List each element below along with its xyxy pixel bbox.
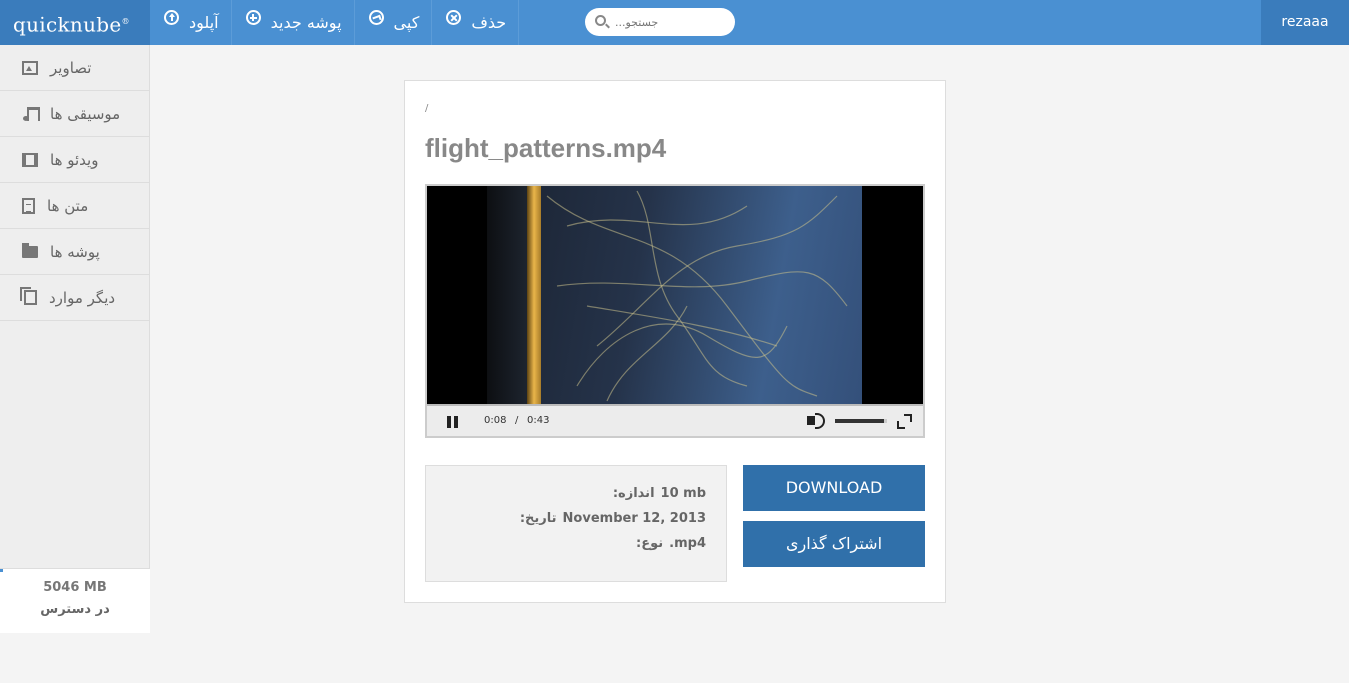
trail-2 [556,271,848,307]
volume-slider[interactable] [835,419,887,423]
download-button[interactable]: DOWNLOAD [743,465,925,511]
type-label: نوع: [636,536,664,551]
storage-label: در دسترس [40,602,110,617]
trail-1 [546,195,818,397]
video-screen[interactable] [427,186,923,404]
search-box [585,8,735,36]
logo-mark: ® [121,17,130,26]
upload-button[interactable]: آپلود [150,0,232,45]
size-label: اندازه: [612,486,655,501]
document-icon [22,197,35,214]
trail-5 [596,195,838,347]
volume-level [835,419,885,423]
sidebar-item-label: موسیقی ها [50,104,121,123]
time-separator: / [515,415,519,426]
pause-icon[interactable] [447,416,458,428]
copy-icon [368,10,384,25]
trail-4 [566,205,748,227]
music-icon [22,106,40,121]
file-details: اندازه: 10 mb تاریخ: November 12, 2013 ن… [425,465,727,582]
copy-button[interactable]: کپی [355,0,433,45]
top-bar: quicknube® آپلود پوشه جدید کپی حذف rezaa… [0,0,1349,45]
volume-icon[interactable] [807,413,825,429]
sidebar-item-label: دیگر موارد [49,288,116,307]
sidebar-item-label: پوشه ها [50,242,100,261]
video-controls: 0:08 / 0:43 [427,404,923,436]
date-value: November 12, 2013 [562,511,706,526]
delete-button[interactable]: حذف [432,0,520,45]
sidebar-item-videos[interactable]: ویدئو ها [0,137,149,183]
sidebar-item-folders[interactable]: پوشه ها [0,229,149,275]
trail-3 [576,323,788,387]
search-icon[interactable] [595,15,606,26]
sidebar-item-music[interactable]: موسیقی ها [0,91,149,137]
size-value: 10 mb [660,486,706,501]
delete-label: حذف [471,13,507,32]
duration: 0:43 [527,415,550,426]
toolbar: آپلود پوشه جدید کپی حذف [150,0,520,45]
sidebar: تصاویر موسیقی ها ویدئو ها متن ها پوشه ها… [0,45,150,633]
date-label: تاریخ: [519,511,557,526]
current-time: 0:08 [484,415,507,426]
search-input[interactable] [615,12,725,32]
sidebar-item-label: تصاویر [50,58,92,77]
logo-text: quicknube [13,12,122,37]
image-icon [22,60,38,75]
sidebar-item-label: ویدئو ها [50,150,99,169]
video-frame [487,186,862,404]
file-card: / flight_patterns.mp4 0:08 / 0:43 اندازه… [404,80,946,603]
sidebar-item-documents[interactable]: متن ها [0,183,149,229]
plus-circle-icon [245,10,261,25]
sidebar-item-label: متن ها [47,196,89,215]
breadcrumb[interactable]: / [425,103,428,114]
type-value: .mp4 [669,536,706,551]
storage-panel: 5046 MB در دسترس [0,568,150,633]
share-button[interactable]: اشتراک گذاری [743,521,925,567]
app-logo[interactable]: quicknube® [0,0,150,45]
sidebar-item-other[interactable]: دیگر موارد [0,275,149,321]
film-icon [22,152,38,167]
copy-label: کپی [393,13,420,32]
folder-icon [22,242,38,258]
trail-7 [636,190,748,387]
upload-icon [164,10,179,25]
detail-type: نوع: .mp4 [446,536,706,561]
storage-amount: 5046 MB [43,580,107,595]
user-menu[interactable]: rezaaa [1261,0,1349,45]
trail-6 [606,305,688,402]
detail-date: تاریخ: November 12, 2013 [446,511,706,536]
video-frame-trails [546,190,848,402]
sidebar-item-images[interactable]: تصاویر [0,45,149,91]
video-player[interactable]: 0:08 / 0:43 [425,184,925,438]
storage-progress-bar [0,569,3,572]
close-circle-icon [446,10,462,25]
page-title: flight_patterns.mp4 [425,133,667,163]
detail-size: اندازه: 10 mb [446,486,706,511]
new-folder-label: پوشه جدید [270,13,342,32]
upload-label: آپلود [189,13,219,32]
files-icon [20,287,37,305]
new-folder-button[interactable]: پوشه جدید [232,0,355,45]
fullscreen-icon[interactable] [897,414,912,429]
